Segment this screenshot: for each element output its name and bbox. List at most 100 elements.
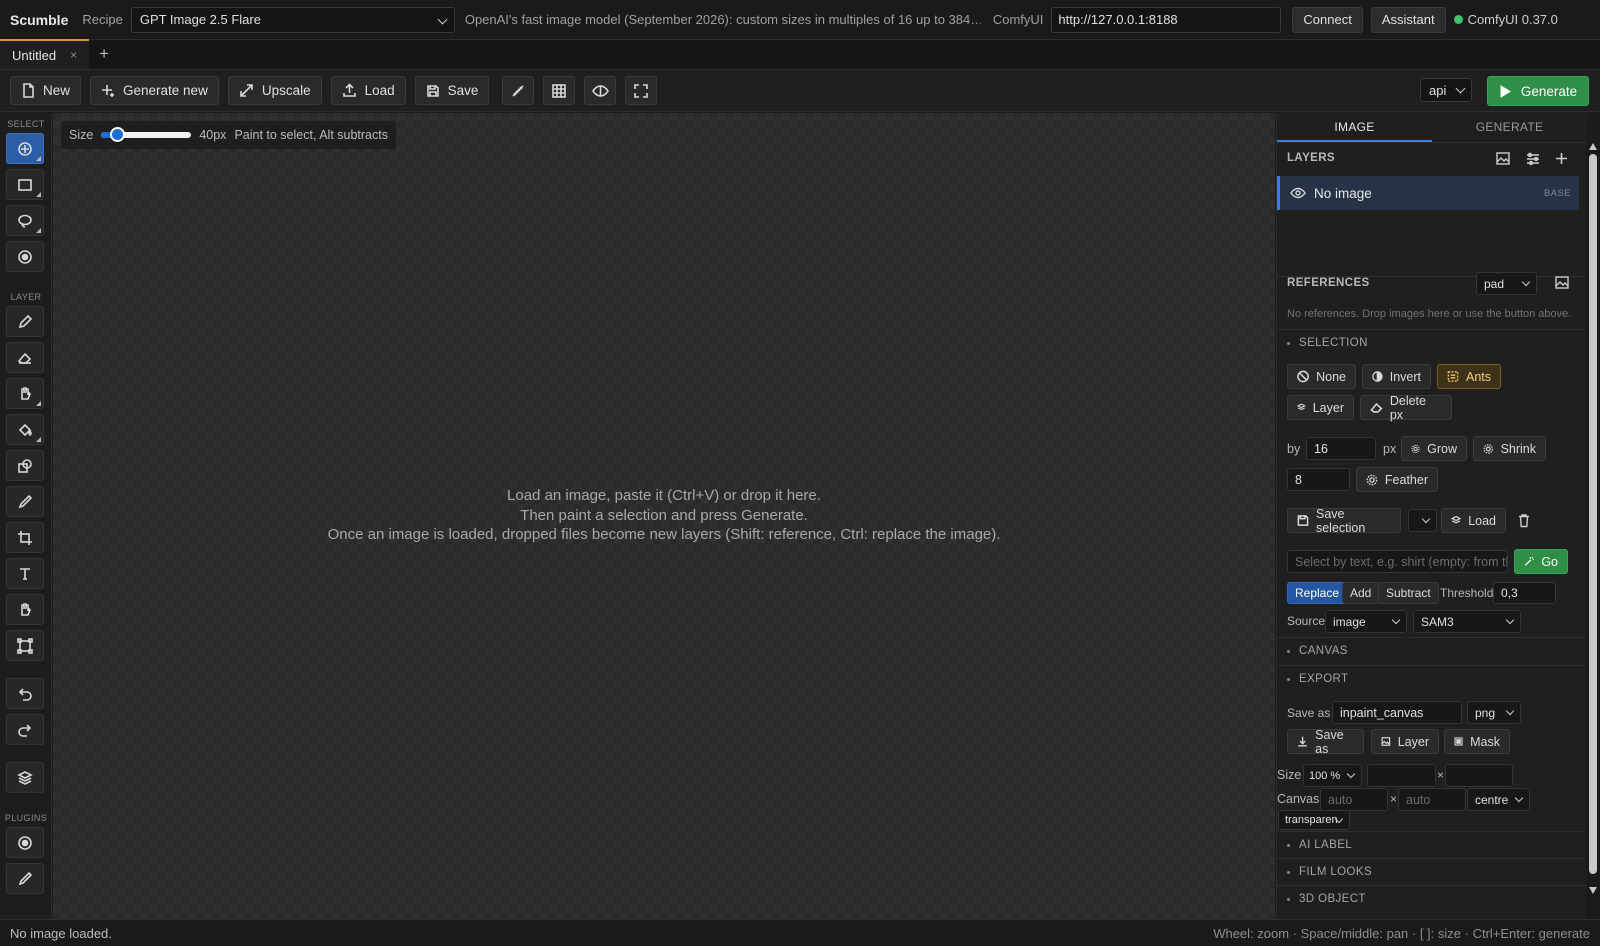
- save-button[interactable]: Save: [414, 76, 490, 105]
- shapes-tool[interactable]: [6, 450, 44, 481]
- mode-replace-button[interactable]: Replace: [1287, 582, 1348, 604]
- canvas-width-input[interactable]: auto: [1320, 788, 1388, 811]
- transform-tool[interactable]: [6, 630, 44, 661]
- brush-size-slider[interactable]: [101, 127, 192, 142]
- tab-untitled[interactable]: Untitled ×: [0, 39, 90, 69]
- lasso-tool[interactable]: [6, 205, 44, 236]
- eye-icon[interactable]: [1290, 187, 1306, 199]
- text-select-input[interactable]: Select by text, e.g. shirt (empty: from …: [1287, 550, 1508, 573]
- generate-button[interactable]: Generate: [1487, 76, 1589, 106]
- generate-new-button[interactable]: Generate new: [90, 76, 219, 105]
- rect-select-tool[interactable]: [6, 169, 44, 200]
- 3d-object-section-header[interactable]: 3D OBJECT: [1277, 885, 1586, 912]
- source-select[interactable]: image: [1325, 610, 1407, 633]
- export-layer-button[interactable]: Layer: [1371, 729, 1439, 754]
- export-width-input[interactable]: [1367, 764, 1436, 787]
- crop-tool[interactable]: [6, 522, 44, 553]
- feather-amount-input[interactable]: 8: [1287, 468, 1350, 491]
- select-none-button[interactable]: None: [1287, 364, 1356, 389]
- delete-pixels-button[interactable]: Delete px: [1360, 394, 1452, 422]
- scroll-up-icon[interactable]: [1589, 143, 1597, 150]
- panel-scrollbar[interactable]: [1586, 140, 1600, 919]
- export-filename-input[interactable]: inpaint_canvas: [1332, 701, 1462, 724]
- selection-title: SELECTION: [1299, 337, 1368, 349]
- grid-button[interactable]: [543, 76, 576, 105]
- save-as-label: Save as: [1287, 706, 1331, 720]
- export-save-as-button[interactable]: Save as: [1287, 728, 1364, 756]
- go-button[interactable]: Go: [1514, 549, 1568, 574]
- references-mode-select[interactable]: pad: [1476, 272, 1537, 295]
- eraser-tool[interactable]: [6, 342, 44, 373]
- plus-icon[interactable]: [1554, 151, 1569, 166]
- export-mask-button[interactable]: Mask: [1444, 729, 1510, 754]
- mode-add-button[interactable]: Add: [1342, 582, 1380, 604]
- canvas-anchor-select[interactable]: centre: [1467, 788, 1530, 811]
- status-dot-icon: [1453, 15, 1463, 24]
- redo-button[interactable]: [6, 714, 44, 745]
- invert-selection-button[interactable]: Invert: [1362, 364, 1431, 389]
- ai-label-section-header[interactable]: AI LABEL: [1277, 831, 1586, 858]
- paint-select-tool[interactable]: [6, 133, 44, 164]
- scroll-down-icon[interactable]: [1589, 887, 1597, 894]
- selection-section-header[interactable]: SELECTION: [1277, 329, 1586, 356]
- undo-button[interactable]: [6, 678, 44, 709]
- canvas-height-input[interactable]: auto: [1398, 788, 1466, 811]
- fill-tool[interactable]: [6, 414, 44, 445]
- connect-button[interactable]: Connect: [1292, 6, 1363, 33]
- trash-icon[interactable]: [1517, 513, 1531, 528]
- plugin-target-button[interactable]: [6, 827, 44, 858]
- load-selection-button[interactable]: Load: [1441, 508, 1506, 533]
- tab-image[interactable]: IMAGE: [1277, 113, 1432, 142]
- canvas-area[interactable]: Size 40px Paint to select, Alt subtracts…: [53, 113, 1275, 919]
- pencil-tool[interactable]: [6, 486, 44, 517]
- comfyui-url-input[interactable]: http://127.0.0.1:8188: [1051, 6, 1282, 33]
- grow-button[interactable]: Grow: [1401, 436, 1467, 461]
- shrink-button[interactable]: Shrink: [1473, 436, 1546, 461]
- export-scale-select[interactable]: 100 %: [1303, 764, 1362, 787]
- sliders-icon[interactable]: [1525, 151, 1541, 166]
- canvas-section-header[interactable]: CANVAS: [1277, 637, 1586, 664]
- scrollbar-thumb[interactable]: [1589, 154, 1597, 874]
- segment-model-select[interactable]: SAM3: [1413, 610, 1521, 633]
- slider-knob[interactable]: [110, 127, 126, 142]
- recipe-select[interactable]: GPT Image 2.5 Flare: [130, 6, 455, 33]
- grow-amount-input[interactable]: 16: [1306, 437, 1376, 460]
- fullscreen-button[interactable]: [625, 76, 658, 105]
- canvas-background-select[interactable]: transparen: [1278, 810, 1350, 830]
- layers-panel-button[interactable]: [6, 762, 44, 793]
- bullet-icon: [1287, 677, 1290, 681]
- mode-subtract-button[interactable]: Subtract: [1378, 582, 1439, 604]
- image-icon[interactable]: [1495, 151, 1511, 166]
- saved-selection-select[interactable]: [1408, 509, 1437, 532]
- close-icon[interactable]: ×: [70, 48, 77, 62]
- plugin-pen-button[interactable]: [6, 863, 44, 894]
- export-format-select[interactable]: png: [1467, 701, 1521, 724]
- chevron-down-icon: [1505, 615, 1515, 625]
- tab-generate[interactable]: GENERATE: [1432, 113, 1586, 142]
- text-tool[interactable]: [6, 558, 44, 589]
- api-select[interactable]: api: [1420, 78, 1472, 102]
- compare-button[interactable]: [584, 76, 617, 105]
- selection-from-layer-button[interactable]: Layer: [1287, 395, 1354, 420]
- fullscreen-icon: [634, 83, 649, 98]
- new-button[interactable]: New: [10, 76, 82, 105]
- film-looks-section-header[interactable]: FILM LOOKS: [1277, 858, 1586, 885]
- magic-select-tool[interactable]: [6, 241, 44, 272]
- assistant-button[interactable]: Assistant: [1370, 6, 1446, 33]
- ruler-button[interactable]: [502, 76, 535, 105]
- save-selection-button[interactable]: Save selection: [1287, 507, 1401, 535]
- threshold-input[interactable]: 0,3: [1493, 582, 1556, 604]
- add-tab-button[interactable]: +: [89, 39, 119, 69]
- layer-item-base[interactable]: No image BASE: [1277, 176, 1579, 210]
- smudge-tool[interactable]: [6, 378, 44, 409]
- image-icon[interactable]: [1554, 275, 1570, 290]
- brush-tool[interactable]: [6, 306, 44, 337]
- export-height-input[interactable]: [1445, 764, 1513, 787]
- upscale-button[interactable]: Upscale: [227, 76, 322, 105]
- marching-ants-toggle[interactable]: Ants: [1437, 364, 1501, 389]
- feather-button[interactable]: Feather: [1356, 467, 1438, 492]
- load-button[interactable]: Load: [330, 76, 406, 105]
- export-section-header[interactable]: EXPORT: [1277, 665, 1586, 692]
- references-mode-value: pad: [1484, 276, 1505, 291]
- pan-tool[interactable]: [6, 594, 44, 625]
